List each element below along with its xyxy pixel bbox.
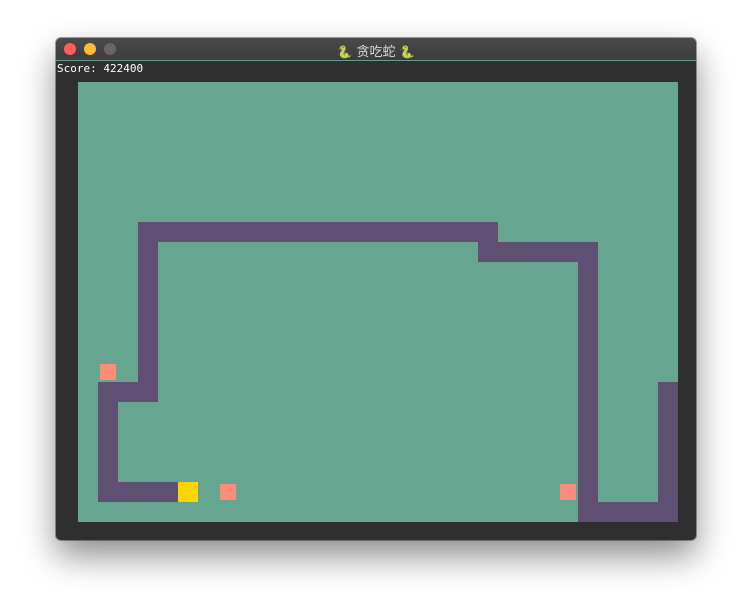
food-pellet bbox=[100, 364, 116, 380]
snake-segment bbox=[658, 482, 678, 502]
snake-segment bbox=[658, 382, 678, 402]
snake-segment bbox=[658, 462, 678, 482]
snake-segment bbox=[598, 502, 618, 522]
snake-segment bbox=[478, 242, 498, 262]
score-label: Score: 422400 bbox=[57, 62, 144, 75]
game-board[interactable] bbox=[78, 82, 678, 522]
snake-segment bbox=[478, 222, 498, 242]
snake-segment bbox=[578, 242, 598, 262]
snake-segment bbox=[98, 422, 118, 442]
snake-segment bbox=[138, 242, 158, 262]
game-window: 🐍 贪吃蛇 🐍 Score: 422400 bbox=[56, 38, 696, 540]
snake-segment bbox=[458, 222, 478, 242]
snake-segment bbox=[318, 222, 338, 242]
snake-segment bbox=[158, 482, 178, 502]
snake-segment bbox=[578, 462, 598, 482]
snake-segment bbox=[358, 222, 378, 242]
snake-segment bbox=[498, 242, 518, 262]
snake-segment bbox=[298, 222, 318, 242]
snake-segment bbox=[138, 222, 158, 242]
snake-segment bbox=[578, 502, 598, 522]
snake-segment bbox=[538, 242, 558, 262]
food-pellet bbox=[220, 484, 236, 500]
window-title-text: 贪吃蛇 bbox=[356, 45, 396, 60]
snake-segment bbox=[118, 482, 138, 502]
snake-segment bbox=[578, 362, 598, 382]
snake-segment bbox=[178, 222, 198, 242]
snake-icon: 🐍 bbox=[399, 45, 415, 59]
snake-segment bbox=[98, 442, 118, 462]
snake-segment bbox=[198, 222, 218, 242]
snake-segment bbox=[138, 262, 158, 282]
snake-segment bbox=[658, 502, 678, 522]
snake-segment bbox=[558, 242, 578, 262]
snake-segment bbox=[578, 382, 598, 402]
snake-segment bbox=[418, 222, 438, 242]
snake-segment bbox=[638, 502, 658, 522]
snake-segment bbox=[578, 442, 598, 462]
snake-segment bbox=[158, 222, 178, 242]
snake-segment bbox=[398, 222, 418, 242]
snake-segment bbox=[578, 402, 598, 422]
snake-segment bbox=[578, 322, 598, 342]
snake-segment bbox=[578, 282, 598, 302]
snake-segment bbox=[98, 482, 118, 502]
snake-segment bbox=[218, 222, 238, 242]
snake-segment bbox=[138, 322, 158, 342]
snake-segment bbox=[578, 342, 598, 362]
snake-segment bbox=[138, 342, 158, 362]
snake-segment bbox=[138, 482, 158, 502]
snake-segment bbox=[98, 462, 118, 482]
snake-segment bbox=[658, 442, 678, 462]
snake-segment bbox=[98, 402, 118, 422]
snake-segment bbox=[518, 242, 538, 262]
snake-segment bbox=[278, 222, 298, 242]
snake-segment bbox=[138, 362, 158, 382]
snake-segment bbox=[438, 222, 458, 242]
snake-segment bbox=[378, 222, 398, 242]
snake-segment bbox=[578, 262, 598, 282]
snake-segment bbox=[118, 382, 138, 402]
snake-segment bbox=[578, 482, 598, 502]
snake-icon: 🐍 bbox=[337, 45, 353, 59]
window-title: 🐍 贪吃蛇 🐍 bbox=[56, 41, 696, 60]
snake-head bbox=[178, 482, 198, 502]
food-pellet bbox=[560, 484, 576, 500]
snake-segment bbox=[98, 382, 118, 402]
snake-segment bbox=[658, 422, 678, 442]
snake-segment bbox=[138, 282, 158, 302]
snake-segment bbox=[618, 502, 638, 522]
snake-segment bbox=[658, 402, 678, 422]
snake-segment bbox=[138, 302, 158, 322]
snake-segment bbox=[258, 222, 278, 242]
snake-segment bbox=[578, 302, 598, 322]
snake-segment bbox=[338, 222, 358, 242]
snake-segment bbox=[238, 222, 258, 242]
snake-segment bbox=[578, 422, 598, 442]
title-bar: 🐍 贪吃蛇 🐍 bbox=[56, 38, 696, 61]
snake-segment bbox=[138, 382, 158, 402]
